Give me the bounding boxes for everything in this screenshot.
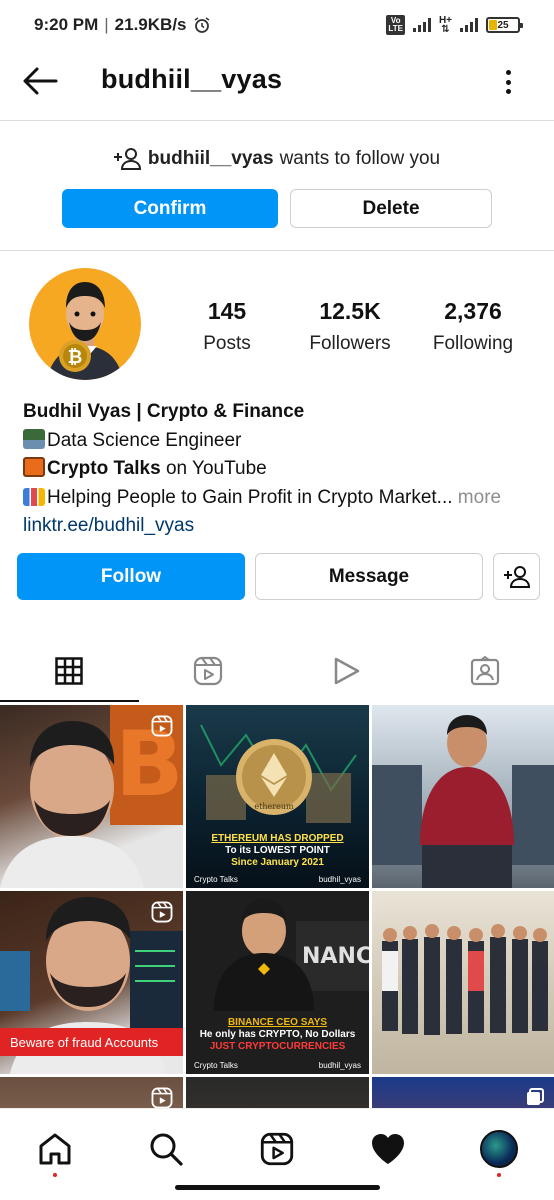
bio-line-2: Crypto Talks on YouTube	[23, 455, 533, 484]
video-icon	[335, 657, 360, 685]
nav-reels[interactable]	[257, 1129, 297, 1169]
reels-icon	[260, 1132, 294, 1166]
more-link[interactable]: more	[453, 487, 501, 508]
follow-button[interactable]: Follow	[17, 553, 245, 600]
nav-profile[interactable]	[479, 1129, 519, 1177]
svg-text:NANCE: NANCE	[302, 944, 369, 969]
profile-tabs	[0, 640, 554, 702]
post-footer: Crypto Talks budhil_vyas	[194, 1061, 361, 1070]
tab-reels[interactable]	[139, 640, 278, 702]
grid-post[interactable]: ethereum ETHEREUM HAS DROPPED To its LOW…	[186, 705, 369, 888]
more-options-button[interactable]	[498, 68, 518, 96]
add-user-icon	[113, 148, 141, 170]
notification-dot	[497, 1173, 501, 1177]
followers-stat[interactable]: 12.5K Followers	[295, 298, 405, 355]
request-username[interactable]: budhiil__vyas	[148, 148, 274, 170]
gesture-bar	[175, 1185, 380, 1190]
grid-post[interactable]	[0, 1077, 183, 1110]
arrow-left-icon	[23, 67, 58, 95]
following-label: Following	[432, 333, 514, 354]
signal-icon-2	[460, 18, 478, 32]
grid-icon	[55, 657, 83, 685]
follow-request-text: budhiil__vyas wants to follow you	[0, 144, 554, 174]
grid-post[interactable]: Beware of fraud Accounts	[0, 891, 183, 1074]
tagged-icon	[470, 656, 499, 686]
divider	[0, 120, 554, 121]
post-caption: BINANCE CEO SAYS He only has CRYPTO, No …	[199, 1017, 356, 1052]
request-message: wants to follow you	[279, 148, 441, 169]
posts-label: Posts	[203, 333, 251, 354]
status-speed: 21.9KB/s	[114, 15, 187, 34]
nav-search[interactable]	[146, 1129, 186, 1169]
suggest-users-button[interactable]	[493, 553, 540, 600]
profile-bio: Budhil Vyas | Crypto & Finance Data Scie…	[23, 398, 533, 541]
following-count: 2,376	[444, 298, 502, 324]
delete-button[interactable]: Delete	[290, 189, 492, 228]
back-button[interactable]	[22, 66, 58, 96]
signal-icon	[412, 18, 431, 32]
grid-post[interactable]	[186, 1077, 369, 1110]
reels-icon	[151, 901, 173, 923]
followers-label: Followers	[309, 333, 391, 354]
bar-chart-emoji-icon	[23, 487, 45, 506]
profile-avatar-small	[480, 1130, 518, 1168]
grid-post[interactable]: B	[0, 705, 183, 888]
add-user-icon	[503, 565, 530, 588]
reels-icon	[193, 656, 222, 686]
battery-icon: 25	[486, 17, 523, 33]
posts-grid: B ethereum ETHEREUM HAS DROPPED To its L…	[0, 705, 554, 1110]
post-caption: ETHEREUM HAS DROPPED To its LOWEST POINT…	[211, 833, 344, 868]
grid-post[interactable]	[372, 891, 554, 1074]
bio-link[interactable]: linktr.ee/budhil_vyas	[23, 512, 533, 541]
followers-count: 12.5K	[319, 298, 381, 324]
profile-username: budhiil__vyas	[101, 64, 283, 94]
profile-avatar[interactable]: ₿	[29, 268, 141, 380]
tab-videos[interactable]	[277, 640, 416, 702]
heart-icon	[372, 1134, 404, 1164]
volte-icon: Vo LTE	[386, 15, 405, 35]
status-bar: 9:20 PM | 21.9KB/s Vo LTE H+ ⇅ 25	[0, 0, 554, 50]
hplus-icon: H+ ⇅	[438, 15, 452, 35]
multi-photo-icon	[527, 1088, 544, 1105]
grid-post[interactable]: NANCE BINANCE CEO SAYS He only has CRYPT…	[186, 891, 369, 1074]
reels-icon	[151, 1087, 173, 1109]
nav-activity[interactable]	[368, 1129, 408, 1169]
alarm-icon	[194, 17, 209, 33]
svg-text:ethereum: ethereum	[254, 802, 294, 811]
post-footer: Crypto Talks budhil_vyas	[194, 875, 361, 884]
search-icon	[150, 1133, 183, 1166]
posts-stat[interactable]: 145 Posts	[187, 298, 267, 355]
display-name: Budhil Vyas | Crypto & Finance	[23, 401, 305, 422]
profile-header: budhiil__vyas	[0, 50, 554, 114]
posts-count: 145	[207, 298, 247, 324]
warning-banner: Beware of fraud Accounts	[0, 1028, 183, 1056]
home-icon	[39, 1133, 71, 1165]
tab-posts[interactable]	[0, 640, 139, 702]
nav-home[interactable]	[35, 1129, 75, 1177]
bio-line-3: Helping People to Gain Profit in Crypto …	[23, 484, 533, 513]
bio-line-1: Data Science Engineer	[23, 427, 533, 456]
divider	[0, 250, 554, 251]
battery-level: 25	[497, 19, 509, 31]
confirm-button[interactable]: Confirm	[62, 189, 278, 228]
message-button[interactable]: Message	[255, 553, 483, 600]
technologist-emoji-icon	[23, 428, 45, 449]
grid-post[interactable]	[372, 705, 554, 888]
grid-post[interactable]	[372, 1077, 554, 1110]
tab-tagged[interactable]	[416, 640, 554, 702]
reels-icon	[151, 715, 173, 737]
tv-emoji-icon	[23, 457, 45, 477]
notification-dot	[53, 1173, 57, 1177]
status-time: 9:20 PM	[34, 15, 99, 34]
following-stat[interactable]: 2,376 Following	[420, 298, 526, 355]
svg-text:₿: ₿	[68, 347, 83, 368]
